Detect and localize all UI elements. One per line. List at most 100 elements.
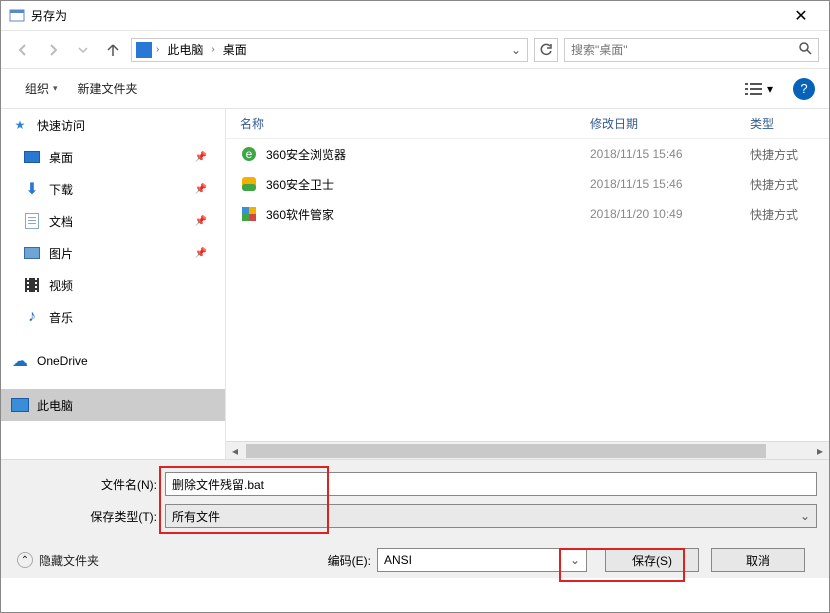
sidebar-item-videos[interactable]: 视频: [1, 269, 225, 301]
filename-row: 文件名(N):: [13, 472, 817, 496]
sidebar-item-desktop[interactable]: 桌面 📌: [1, 141, 225, 173]
address-bar[interactable]: › 此电脑 › 桌面 ⌄: [131, 38, 528, 62]
sidebar-this-pc[interactable]: 此电脑: [1, 389, 225, 421]
list-view-icon: [745, 82, 763, 96]
column-type[interactable]: 类型: [750, 115, 829, 132]
path-segment-pc[interactable]: 此电脑: [163, 41, 207, 58]
sidebar-item-label: 视频: [49, 277, 73, 294]
new-folder-button[interactable]: 新建文件夹: [68, 76, 148, 101]
footer: 文件名(N): 保存类型(T): 所有文件 ⌄ ⌃ 隐藏文件夹 编码(E): A…: [1, 459, 829, 578]
bottom-row: ⌃ 隐藏文件夹 编码(E): ANSI ⌄ 保存(S) 取消: [13, 548, 817, 572]
video-icon: [23, 276, 41, 294]
file-type: 快捷方式: [750, 206, 798, 223]
sidebar-quick-access[interactable]: ★ 快速访问: [1, 109, 225, 141]
close-button[interactable]: ✕: [781, 6, 821, 26]
sidebar-onedrive[interactable]: ☁ OneDrive: [1, 345, 225, 377]
filetype-row: 保存类型(T): 所有文件 ⌄: [13, 504, 817, 528]
view-mode-button[interactable]: ▾: [739, 78, 779, 100]
file-row[interactable]: 360安全卫士 2018/11/15 15:46 快捷方式: [226, 169, 829, 199]
pc-icon: [11, 396, 29, 414]
pin-icon: 📌: [195, 184, 207, 195]
svg-text:e: e: [246, 147, 253, 161]
filetype-value: 所有文件: [172, 508, 220, 525]
chevron-down-icon: ▾: [53, 83, 58, 94]
onedrive-label: OneDrive: [37, 354, 88, 368]
sidebar: ★ 快速访问 桌面 📌 ⬇ 下载 📌 文档 📌 图片 📌 视频 ♪: [1, 109, 225, 459]
pin-icon: 📌: [195, 248, 207, 259]
navigation-bar: › 此电脑 › 桌面 ⌄: [1, 31, 829, 69]
file-row[interactable]: 360软件管家 2018/11/20 10:49 快捷方式: [226, 199, 829, 229]
music-icon: ♪: [23, 308, 41, 326]
download-icon: ⬇: [23, 180, 41, 198]
sidebar-item-pictures[interactable]: 图片 📌: [1, 237, 225, 269]
file-date: 2018/11/20 10:49: [590, 207, 750, 221]
sidebar-item-label: 图片: [49, 245, 73, 262]
column-modified[interactable]: 修改日期: [590, 115, 750, 132]
search-box[interactable]: [564, 38, 819, 62]
title-bar: 另存为 ✕: [1, 1, 829, 31]
sidebar-item-music[interactable]: ♪ 音乐: [1, 301, 225, 333]
file-date: 2018/11/15 15:46: [590, 177, 750, 191]
up-button[interactable]: [101, 38, 125, 62]
organize-button[interactable]: 组织 ▾: [15, 76, 68, 101]
picture-icon: [23, 244, 41, 262]
horizontal-scrollbar[interactable]: ◂ ▸: [226, 441, 829, 459]
file-type: 快捷方式: [750, 146, 798, 163]
help-button[interactable]: ?: [793, 78, 815, 100]
toolbar: 组织 ▾ 新建文件夹 ▾ ?: [1, 69, 829, 109]
pin-icon: 📌: [195, 152, 207, 163]
filename-field[interactable]: [165, 472, 817, 496]
filetype-label: 保存类型(T):: [13, 508, 165, 525]
chevron-down-icon: ⌄: [800, 509, 810, 523]
search-icon[interactable]: [798, 41, 812, 58]
file-row[interactable]: e 360安全浏览器 2018/11/15 15:46 快捷方式: [226, 139, 829, 169]
sidebar-item-label: 下载: [49, 181, 73, 198]
new-folder-label: 新建文件夹: [78, 80, 138, 97]
file-list-area: 名称 修改日期 类型 e 360安全浏览器 2018/11/15 15:46 快…: [226, 109, 829, 459]
encoding-label: 编码(E):: [328, 552, 371, 569]
forward-button[interactable]: [41, 38, 65, 62]
sidebar-item-label: 文档: [49, 213, 73, 230]
file-type: 快捷方式: [750, 176, 798, 193]
star-icon: ★: [11, 116, 29, 134]
column-headers: 名称 修改日期 类型: [226, 109, 829, 139]
filename-input[interactable]: [172, 477, 810, 491]
filetype-combo[interactable]: 所有文件 ⌄: [165, 504, 817, 528]
search-input[interactable]: [571, 43, 798, 57]
monitor-icon: [23, 148, 41, 166]
document-icon: [23, 212, 41, 230]
back-button[interactable]: [11, 38, 35, 62]
scrollbar-thumb[interactable]: [246, 444, 766, 458]
chevron-right-icon: ›: [211, 44, 214, 55]
refresh-button[interactable]: [534, 38, 558, 62]
scroll-right-icon[interactable]: ▸: [811, 444, 829, 458]
this-pc-label: 此电脑: [37, 397, 73, 414]
location-icon: [136, 42, 152, 58]
window-title: 另存为: [31, 7, 781, 24]
sidebar-item-downloads[interactable]: ⬇ 下载 📌: [1, 173, 225, 205]
cancel-label: 取消: [746, 552, 770, 569]
hide-folders-toggle[interactable]: ⌃ 隐藏文件夹: [13, 552, 99, 569]
recent-dropdown[interactable]: [71, 38, 95, 62]
scroll-left-icon[interactable]: ◂: [226, 444, 244, 458]
encoding-combo[interactable]: ANSI ⌄: [377, 548, 587, 572]
expand-icon: ⌃: [17, 552, 33, 568]
sidebar-item-documents[interactable]: 文档 📌: [1, 205, 225, 237]
file-date: 2018/11/15 15:46: [590, 147, 750, 161]
body-area: ★ 快速访问 桌面 📌 ⬇ 下载 📌 文档 📌 图片 📌 视频 ♪: [1, 109, 829, 459]
shortcut-icon: e: [240, 145, 258, 163]
path-segment-desktop[interactable]: 桌面: [219, 41, 251, 58]
shortcut-icon: [240, 175, 258, 193]
app-icon: [9, 8, 25, 24]
column-name[interactable]: 名称: [240, 115, 590, 132]
sidebar-item-label: 音乐: [49, 309, 73, 326]
sidebar-item-label: 桌面: [49, 149, 73, 166]
filename-label: 文件名(N):: [13, 476, 165, 493]
save-button[interactable]: 保存(S): [605, 548, 699, 572]
chevron-down-icon: ▾: [767, 82, 773, 96]
chevron-down-icon: ⌄: [570, 553, 580, 567]
pin-icon: 📌: [195, 216, 207, 227]
chevron-right-icon: ›: [156, 44, 159, 55]
cancel-button[interactable]: 取消: [711, 548, 805, 572]
address-dropdown-icon[interactable]: ⌄: [511, 43, 521, 57]
